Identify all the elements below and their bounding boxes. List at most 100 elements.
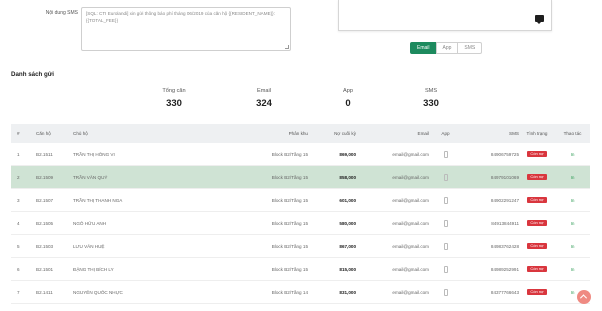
print-link[interactable]: In — [571, 152, 575, 157]
table-row[interactable]: 4 B2.1505 NGÔ HỮU ANH Block B2/Tầng 15 580,0… — [11, 212, 590, 235]
print-link[interactable]: In — [571, 290, 575, 295]
row-action: In — [555, 244, 590, 249]
tab-sms[interactable]: SMS — [457, 42, 483, 54]
row-owner: NGÔ HỮU ANH — [73, 220, 107, 226]
row-action: In — [555, 152, 590, 157]
row-owner: ĐẶNG THỊ BÍCH LY — [73, 266, 114, 272]
row-status: Còn nợ — [519, 220, 555, 226]
print-link[interactable]: In — [571, 221, 575, 226]
row-sms: 84979101069 — [490, 174, 519, 180]
row-unit: B2.1509 — [36, 174, 54, 180]
row-owner: TRẦN THỊ HỒNG VI — [73, 151, 115, 157]
header-status[interactable]: Tình trạng — [519, 131, 555, 136]
row-index: 7 — [17, 289, 20, 295]
row-email: email@gmail.com — [392, 220, 429, 226]
row-status: Còn nợ — [519, 266, 555, 272]
print-link[interactable]: In — [571, 175, 575, 180]
row-action: In — [555, 221, 590, 226]
row-sms: 84989252991 — [490, 266, 519, 272]
row-app — [429, 150, 462, 158]
row-app — [429, 173, 462, 181]
table-row[interactable]: 2 B2.1509 TRẦN VĂN QUÝ Block B2/Tầng 15 858,… — [11, 166, 590, 189]
stat-sms: SMS 330 — [401, 88, 461, 109]
row-index: 1 — [17, 151, 20, 157]
row-balance: 869,000 — [339, 151, 356, 157]
header-balance[interactable]: Nợ cuối kỳ — [308, 131, 356, 136]
table-row[interactable]: 1 B2.1511 TRẦN THỊ HỒNG VI Block B2/Tầng 15… — [11, 143, 590, 166]
row-status: Còn nợ — [519, 174, 555, 180]
row-owner: TRẦN VĂN QUÝ — [73, 174, 108, 180]
status-badge: Còn nợ — [527, 151, 547, 157]
row-unit: B2.1505 — [36, 220, 54, 226]
header-unit[interactable]: Căn hộ — [36, 131, 73, 136]
row-unit: B2.1511 — [36, 151, 53, 157]
stat-value: 324 — [256, 98, 272, 109]
row-email: email@gmail.com — [392, 151, 429, 157]
recipient-table: # Căn hộ Chủ hộ Phân khu Nợ cuối kỳ Emai… — [11, 124, 590, 304]
status-badge: Còn nợ — [527, 289, 547, 295]
row-email: email@gmail.com — [392, 174, 429, 180]
header-app[interactable]: App — [429, 131, 462, 136]
print-link[interactable]: In — [571, 198, 575, 203]
row-app — [429, 288, 462, 296]
row-unit: B2.1411 — [36, 289, 53, 295]
print-link[interactable]: In — [571, 267, 575, 272]
status-badge: Còn nợ — [527, 266, 547, 272]
mobile-phone-icon — [443, 242, 448, 250]
stat-app: App 0 — [318, 88, 378, 109]
table-body: 1 B2.1511 TRẦN THỊ HỒNG VI Block B2/Tầng 15… — [11, 143, 590, 304]
resize-handle-icon[interactable] — [285, 45, 289, 49]
stat-value: 330 — [423, 98, 439, 109]
status-badge: Còn nợ — [527, 220, 547, 226]
sms-content-textarea[interactable]: [SQL: CTI Eurolandi] xin gửi thông báo p… — [81, 7, 291, 51]
row-email: email@gmail.com — [392, 243, 429, 249]
mobile-phone-icon — [443, 288, 448, 296]
table-row[interactable]: 6 B2.1501 ĐẶNG THỊ BÍCH LY Block B2/Tầng 15… — [11, 258, 590, 281]
status-badge: Còn nợ — [527, 243, 547, 249]
stat-value: 330 — [166, 98, 182, 109]
stat-label: App — [343, 88, 353, 94]
header-sms[interactable]: SMS — [462, 131, 519, 136]
chat-bubble-icon — [535, 15, 544, 24]
mobile-phone-icon — [443, 150, 448, 158]
header-owner[interactable]: Chủ hộ — [73, 131, 243, 136]
tab-email[interactable]: Email — [410, 42, 437, 54]
header-index[interactable]: # — [11, 131, 36, 136]
row-action: In — [555, 198, 590, 203]
row-action: In — [555, 175, 590, 180]
row-sms: 84902291247 — [490, 197, 519, 203]
row-balance: 858,000 — [339, 174, 356, 180]
table-row[interactable]: 5 B2.1503 LƯU VĂN HUỆ Block B2/Tầng 15 867,0… — [11, 235, 590, 258]
row-unit: B2.1501 — [36, 266, 54, 272]
row-status: Còn nợ — [519, 197, 555, 203]
print-link[interactable]: In — [571, 244, 575, 249]
row-index: 5 — [17, 243, 20, 249]
scroll-top-button[interactable] — [577, 290, 591, 304]
row-index: 6 — [17, 266, 20, 272]
table-row[interactable]: 3 B2.1507 TRẦN THỊ THANH NGA Block B2/Tầng … — [11, 189, 590, 212]
row-balance: 867,000 — [339, 243, 356, 249]
mobile-phone-icon — [443, 196, 448, 204]
row-sms: 84906759725 — [490, 151, 519, 157]
tab-app[interactable]: App — [435, 42, 459, 54]
header-zone[interactable]: Phân khu — [243, 131, 308, 136]
header-email[interactable]: Email — [356, 131, 430, 136]
table-header: # Căn hộ Chủ hộ Phân khu Nợ cuối kỳ Emai… — [11, 124, 590, 143]
row-status: Còn nợ — [519, 151, 555, 157]
row-unit: B2.1507 — [36, 197, 54, 203]
row-balance: 831,000 — [339, 289, 356, 295]
row-balance: 601,000 — [339, 197, 356, 203]
row-owner: LƯU VĂN HUỆ — [73, 243, 105, 249]
mobile-phone-icon — [443, 265, 448, 273]
section-title: Danh sách gửi — [11, 71, 54, 78]
row-action: In — [555, 267, 590, 272]
channel-tabs: Email App SMS — [410, 42, 483, 54]
message-preview — [338, 0, 552, 31]
mobile-phone-icon — [443, 173, 448, 181]
row-app — [429, 265, 462, 273]
table-row[interactable]: 7 B2.1411 NGUYỄN QUỐC NHỰC Block B2/Tầng 14… — [11, 281, 590, 304]
header-action[interactable]: Thao tác — [555, 131, 590, 136]
row-sms: 84983762428 — [490, 243, 519, 249]
stat-total-units: Tổng căn 330 — [144, 88, 204, 109]
row-balance: 815,000 — [339, 266, 356, 272]
